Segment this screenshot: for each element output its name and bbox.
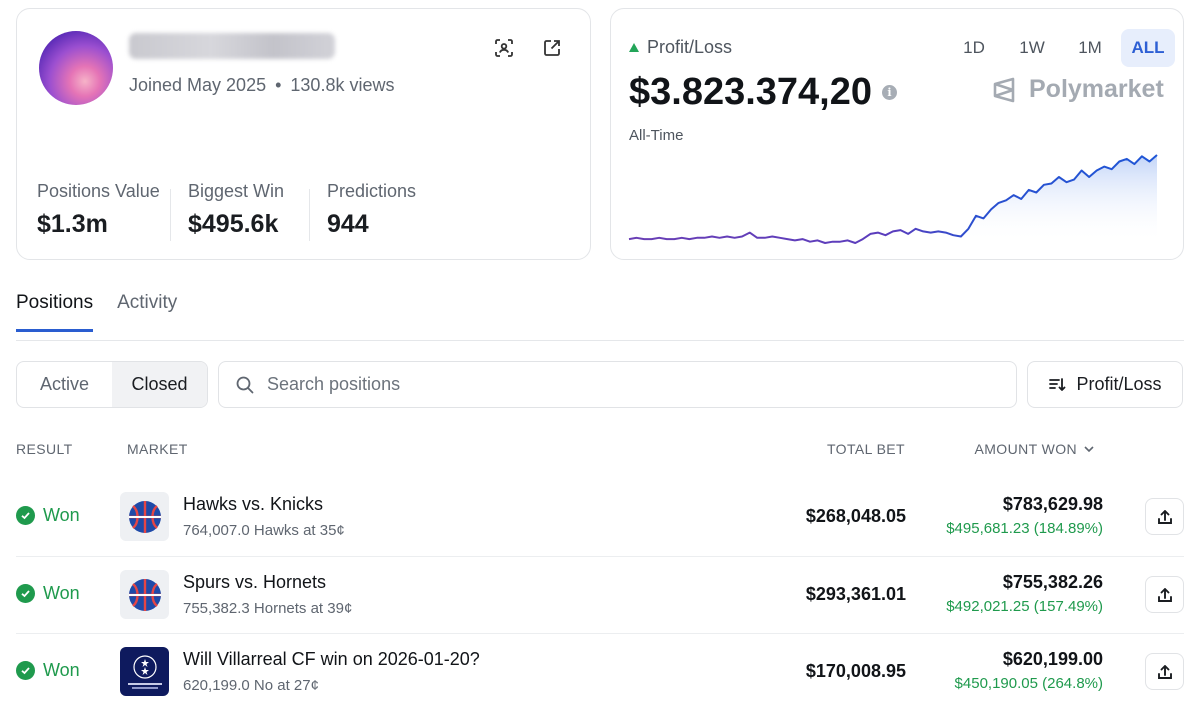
scan-qr-button[interactable] [491, 35, 517, 61]
stat-biggest-win: Biggest Win $495.6k [188, 181, 284, 239]
pnl-area [960, 155, 1157, 243]
share-button[interactable] [1145, 576, 1184, 613]
profit-amount: $450,190.05 (264.8%) [954, 675, 1103, 692]
market-title[interactable]: Will Villarreal CF win on 2026-01-20? [183, 649, 480, 670]
share-icon [1157, 587, 1172, 602]
check-icon [16, 584, 35, 603]
external-link-icon [544, 40, 560, 56]
open-external-button[interactable] [539, 35, 565, 61]
sort-icon [1049, 377, 1066, 391]
tabs-divider [16, 340, 1184, 341]
search-input[interactable] [267, 374, 1007, 395]
profile-meta: Joined May 2025 • 130.8k views [129, 75, 394, 96]
pnl-label-text: Profit/Loss [647, 37, 733, 57]
scan-icon [495, 39, 513, 57]
column-header-amount-won[interactable]: AMOUNT WON [974, 441, 1095, 457]
tab-positions[interactable]: Positions [16, 292, 94, 332]
range-all[interactable]: ALL [1121, 29, 1175, 67]
amount-won: $755,382.26 [1002, 572, 1103, 592]
column-header-result: RESULT [16, 441, 73, 457]
column-header-total-bet[interactable]: TOTAL BET [827, 441, 905, 457]
search-box [218, 361, 1017, 408]
pnl-chart [628, 154, 1158, 244]
stat-positions-value: Positions Value $1.3m [37, 181, 160, 239]
sort-button[interactable]: Profit/Loss [1027, 361, 1183, 408]
segment-closed[interactable]: Closed [112, 362, 207, 407]
table-row[interactable]: Won Hawks vs. Knicks 764,007.0 Hawks at … [16, 478, 1184, 556]
share-icon [1157, 509, 1172, 524]
result-cell: Won [16, 660, 80, 681]
range-1m[interactable]: 1M [1063, 29, 1117, 67]
main-tabs: Positions Activity [16, 292, 177, 332]
column-header-market: MARKET [127, 441, 188, 457]
stat-value: $495.6k [188, 210, 279, 238]
market-position: 620,199.0 No at 27¢ [183, 677, 319, 694]
sort-label: Profit/Loss [1076, 374, 1162, 394]
table-row[interactable]: Won Spurs vs. Hornets 755,382.3 Hornets … [16, 556, 1184, 634]
brand-name: Polymarket [1029, 75, 1164, 103]
profit-amount: $495,681.23 (184.89%) [946, 520, 1103, 537]
trend-up-icon [629, 43, 639, 52]
polymarket-icon [993, 77, 1015, 102]
chevron-down-icon [1084, 446, 1094, 453]
pnl-value-row: $3.823.374,20 i [629, 71, 898, 114]
amount-won-label: AMOUNT WON [974, 441, 1077, 457]
amount-won: $783,629.98 [1002, 494, 1103, 514]
share-button[interactable] [1145, 498, 1184, 535]
market-position: 755,382.3 Hornets at 39¢ [183, 600, 353, 617]
status-segmented-control: Active Closed [16, 361, 208, 408]
profile-card: Joined May 2025 • 130.8k views Positions V… [16, 8, 591, 260]
search-icon [236, 376, 254, 393]
range-1d[interactable]: 1D [947, 29, 1001, 67]
pnl-value: $3.823.374,20 [629, 71, 873, 113]
market-title[interactable]: Spurs vs. Hornets [183, 572, 326, 593]
tab-activity[interactable]: Activity [117, 292, 177, 332]
result-label: Won [43, 583, 80, 603]
pnl-label: Profit/Loss [629, 37, 732, 58]
share-icon [1157, 664, 1172, 679]
view-count: 130.8k views [290, 75, 395, 95]
champions-league-icon [120, 647, 169, 696]
market-position: 764,007.0 Hawks at 35¢ [183, 522, 345, 539]
check-icon [16, 506, 35, 525]
result-label: Won [43, 505, 80, 525]
polymarket-logo: Polymarket [991, 75, 1164, 104]
info-icon[interactable]: i [882, 85, 898, 100]
stat-label: Positions Value [37, 181, 160, 201]
chart-series-layer [628, 154, 1158, 244]
meta-separator: • [275, 75, 282, 95]
divider [309, 189, 310, 241]
market-title[interactable]: Hawks vs. Knicks [183, 494, 323, 515]
segment-active[interactable]: Active [17, 362, 112, 407]
result-cell: Won [16, 583, 80, 604]
divider [170, 189, 171, 241]
basketball-icon [120, 570, 169, 619]
check-icon [16, 661, 35, 680]
result-cell: Won [16, 505, 80, 526]
profit-loss-card: Profit/Loss 1D 1W 1M ALL $3.823.374,20 i… [610, 8, 1184, 260]
period-label: All-Time [629, 127, 684, 144]
avatar [39, 31, 113, 105]
amount-won: $620,199.00 [1002, 649, 1103, 669]
stat-value: 944 [327, 210, 369, 238]
profit-amount: $492,021.25 (157.49%) [946, 598, 1103, 615]
range-1w[interactable]: 1W [1005, 29, 1059, 67]
stat-label: Biggest Win [188, 181, 285, 201]
joined-date: Joined May 2025 [129, 75, 267, 95]
table-row[interactable]: Won Will Villarreal CF win on 2026-01-20… [16, 633, 1184, 708]
total-bet: $268,048.05 [805, 506, 906, 526]
share-button[interactable] [1145, 653, 1184, 690]
total-bet: $170,008.95 [805, 661, 906, 681]
stat-label: Predictions [327, 181, 417, 201]
total-bet: $293,361.01 [805, 584, 906, 604]
blurred-username [129, 33, 335, 59]
stat-value: $1.3m [37, 210, 108, 238]
result-label: Won [43, 660, 80, 680]
time-range-tabs: 1D 1W 1M ALL [947, 29, 1175, 67]
stat-predictions: Predictions 944 [327, 181, 416, 239]
basketball-icon [120, 492, 169, 541]
